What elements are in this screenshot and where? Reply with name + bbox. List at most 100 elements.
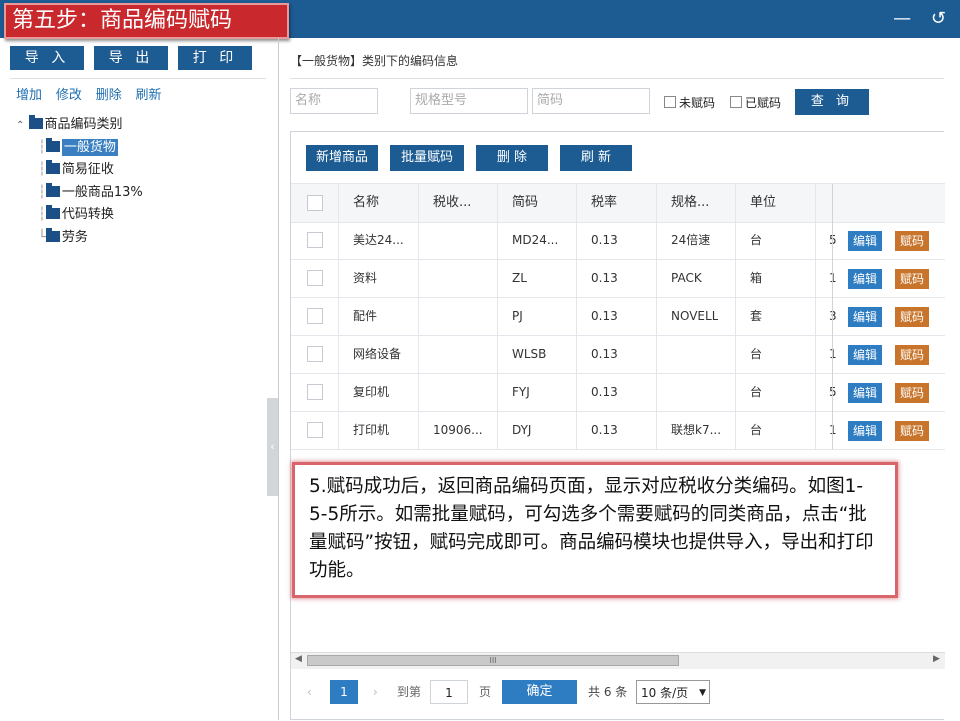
edit-button[interactable]: 编辑 xyxy=(848,383,882,403)
tree-item-simple-levy[interactable]: ┆ 简易征收 xyxy=(16,159,143,182)
row-checkbox[interactable] xyxy=(307,384,323,400)
cell-unit: 箱 xyxy=(750,271,763,285)
confirm-button[interactable]: 确定 xyxy=(502,680,577,704)
add-goods-button[interactable]: 新增商品 xyxy=(306,145,378,171)
goto-label: 到第 xyxy=(397,685,422,699)
assign-code-button[interactable]: 赋码 xyxy=(895,421,929,441)
edit-button[interactable]: 编辑 xyxy=(848,421,882,441)
category-actions: 增加 修改 删除 刷新 xyxy=(16,84,172,103)
import-button[interactable]: 导 入 xyxy=(10,46,84,70)
delete-link[interactable]: 删除 xyxy=(96,88,122,103)
sidebar: 导 入 导 出 打 印 增加 修改 删除 刷新 ⌃ 商品编码类别 ┆ 一般货物 ┆… xyxy=(0,38,279,720)
goto-page-input[interactable]: 1 xyxy=(430,680,468,704)
cell-spec: 联想k7... xyxy=(671,423,722,437)
row-checkbox[interactable] xyxy=(307,308,323,324)
table-row[interactable]: 配件 PJ 0.13 NOVELL 套 3 编辑 赋码 xyxy=(291,297,945,336)
category-tree: ⌃ 商品编码类别 ┆ 一般货物 ┆ 简易征收 ┆ 一般商品13% ┆ 代码转换 └ 劳务 xyxy=(16,114,143,249)
cell-unit: 台 xyxy=(750,347,763,361)
checkbox-icon[interactable] xyxy=(664,96,676,108)
cell-short-code: MD24... xyxy=(512,233,559,247)
export-button[interactable]: 导 出 xyxy=(94,46,168,70)
name-input[interactable]: 名称 xyxy=(290,88,378,114)
row-checkbox[interactable] xyxy=(307,270,323,286)
modify-link[interactable]: 修改 xyxy=(56,88,82,103)
row-checkbox[interactable] xyxy=(307,232,323,248)
tree-item-goods-13[interactable]: ┆ 一般商品13% xyxy=(16,182,143,205)
cell-tax-rate: 0.13 xyxy=(591,271,618,285)
cell-tax-rate: 0.13 xyxy=(591,385,618,399)
next-page-icon[interactable]: › xyxy=(373,680,378,704)
table-row[interactable]: 美达24... MD24... 0.13 24倍速 台 5 编辑 赋码 xyxy=(291,221,945,260)
row-checkbox[interactable] xyxy=(307,346,323,362)
scroll-right-icon[interactable]: ▶ xyxy=(933,654,940,664)
table-row[interactable]: 复印机 FYJ 0.13 台 5 编辑 赋码 xyxy=(291,373,945,412)
col-short-code[interactable]: 简码 xyxy=(512,184,538,222)
batch-assign-button[interactable]: 批量赋码 xyxy=(390,145,464,171)
spec-input[interactable]: 规格型号 xyxy=(410,88,528,114)
query-button[interactable]: 查 询 xyxy=(795,89,869,115)
table-header: 名称 税收... 简码 税率 规格... 单位 xyxy=(291,183,945,223)
edit-button[interactable]: 编辑 xyxy=(848,307,882,327)
pagination: ‹ 1 › 到第 1 页 确定 共 6 条 10 条/页 ▼ xyxy=(291,667,945,721)
refresh-link[interactable]: 刷新 xyxy=(136,88,162,103)
assign-code-button[interactable]: 赋码 xyxy=(895,345,929,365)
assign-code-button[interactable]: 赋码 xyxy=(895,231,929,251)
collapse-icon[interactable]: ⌃ xyxy=(16,120,24,131)
cell-short-code: FYJ xyxy=(512,385,530,399)
tree-item-general-goods[interactable]: ┆ 一般货物 xyxy=(16,137,143,160)
col-unit[interactable]: 单位 xyxy=(750,184,776,222)
folder-icon xyxy=(28,115,43,129)
table-row[interactable]: 资料 ZL 0.13 PACK 箱 1 编辑 赋码 xyxy=(291,259,945,298)
tree-item-code-conversion[interactable]: ┆ 代码转换 xyxy=(16,204,143,227)
cell-unit: 台 xyxy=(750,423,763,437)
row-checkbox[interactable] xyxy=(307,422,323,438)
cell-spec: PACK xyxy=(671,271,702,285)
step-title: 第五步：商品编码赋码 xyxy=(4,3,289,39)
cell-tax-rate: 0.13 xyxy=(591,347,618,361)
instruction-callout: 5.赋码成功后，返回商品编码页面，显示对应税收分类编码。如图1-5-5所示。如需… xyxy=(292,462,898,598)
assign-code-button[interactable]: 赋码 xyxy=(895,383,929,403)
minimize-icon[interactable]: — xyxy=(893,8,911,29)
assign-code-button[interactable]: 赋码 xyxy=(895,307,929,327)
refresh-button[interactable]: 刷 新 xyxy=(560,145,632,171)
page-size-select[interactable]: 10 条/页 ▼ xyxy=(636,680,710,704)
dropdown-icon[interactable]: ▼ xyxy=(699,681,706,705)
col-tax-code[interactable]: 税收... xyxy=(433,184,471,222)
delete-button[interactable]: 删 除 xyxy=(476,145,548,171)
select-all-checkbox[interactable] xyxy=(307,195,323,211)
assign-code-button[interactable]: 赋码 xyxy=(895,269,929,289)
cell-name: 资料 xyxy=(353,271,378,285)
folder-icon xyxy=(45,160,60,174)
scroll-left-icon[interactable]: ◀ xyxy=(295,654,302,664)
cell-short-code: WLSB xyxy=(512,347,547,361)
prev-page-icon[interactable]: ‹ xyxy=(307,680,312,704)
table-row[interactable]: 网络设备 WLSB 0.13 台 1 编辑 赋码 xyxy=(291,335,945,374)
back-icon[interactable]: ↺ xyxy=(931,8,946,29)
col-spec[interactable]: 规格... xyxy=(671,184,709,222)
edit-button[interactable]: 编辑 xyxy=(848,269,882,289)
cell-short-code: ZL xyxy=(512,271,527,285)
cell-name: 打印机 xyxy=(353,423,390,437)
tree-item-services[interactable]: └ 劳务 xyxy=(16,227,143,250)
edit-button[interactable]: 编辑 xyxy=(848,231,882,251)
sidebar-collapse-handle[interactable]: ‹ xyxy=(267,398,278,496)
cell-name: 配件 xyxy=(353,309,378,323)
cell-unit: 套 xyxy=(750,309,763,323)
total-count: 共 6 条 xyxy=(588,685,628,699)
cell-tax-rate: 0.13 xyxy=(591,309,618,323)
scroll-thumb[interactable]: III xyxy=(307,655,679,666)
code-input[interactable]: 简码 xyxy=(532,88,650,114)
unassigned-checkbox[interactable]: 未赋码 xyxy=(664,94,715,111)
print-button[interactable]: 打 印 xyxy=(178,46,252,70)
folder-icon xyxy=(45,227,60,242)
table-row[interactable]: 打印机 10906... DYJ 0.13 联想k7... 台 1 编辑 赋码 xyxy=(291,411,945,450)
page-1[interactable]: 1 xyxy=(330,680,358,704)
cell-unit: 台 xyxy=(750,233,763,247)
assigned-checkbox[interactable]: 已赋码 xyxy=(730,94,781,111)
add-link[interactable]: 增加 xyxy=(16,88,42,103)
col-name[interactable]: 名称 xyxy=(353,184,379,222)
col-tax-rate[interactable]: 税率 xyxy=(591,184,617,222)
checkbox-icon[interactable] xyxy=(730,96,742,108)
edit-button[interactable]: 编辑 xyxy=(848,345,882,365)
tree-root[interactable]: ⌃ 商品编码类别 xyxy=(16,114,143,137)
